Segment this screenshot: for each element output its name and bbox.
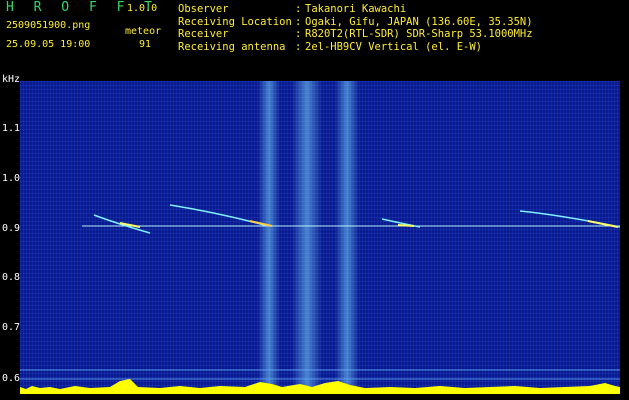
y-tick-label: 0.6 (2, 373, 21, 384)
meteor-trace (169, 204, 269, 227)
meta-value: Ogaki, Gifu, JAPAN (136.60E, 35.35N) (305, 15, 533, 28)
meta-value: Takanori Kawachi (305, 3, 407, 15)
y-tick-label: 1.0 (2, 173, 21, 184)
y-axis-unit: kHz (2, 74, 21, 85)
meta-key: Receiving Location (178, 15, 292, 28)
observer-row: Observer: Takanori Kawachi (178, 3, 407, 15)
spectrogram-overlay (20, 81, 620, 394)
noise-band (292, 81, 322, 394)
y-tick-label: 0.9 (2, 223, 21, 234)
meteor-head (397, 224, 415, 227)
datetime: 25.09.05 19:00 (6, 39, 91, 50)
file-name: 2509051900.png (6, 20, 91, 31)
spectrogram (20, 81, 620, 394)
meteor-label: meteor (125, 26, 162, 37)
meta-value: 2el-HB9CV Vertical (el. E-W) (305, 40, 483, 53)
meteor-count: 91 (139, 39, 152, 50)
meta-key: Receiver (178, 28, 229, 40)
y-tick-label: 0.8 (2, 272, 21, 283)
y-tick-label: 0.7 (2, 322, 21, 333)
noise-band (335, 81, 359, 394)
antenna-row: Receiving antenna: 2el-HB9CV Vertical (e… (178, 40, 483, 53)
meta-key: Observer (178, 3, 229, 15)
receiver-row: Receiver: R820T2(RTL-SDR) SDR-Sharp 53.1… (178, 28, 533, 40)
hrofft-window: H R O F F T 1.0.0 2509051900.png meteor … (0, 0, 629, 400)
station-info: Observer: Takanori Kawachi Receiving Loc… (178, 3, 533, 53)
y-tick-label: 1.1 (2, 123, 21, 134)
meta-value: R820T2(RTL-SDR) SDR-Sharp 53.1000MHz (305, 28, 533, 40)
app-version: 1.0.0 (127, 3, 158, 14)
location-row: Receiving Location: Ogaki, Gifu, JAPAN (… (178, 15, 533, 28)
noise-band (258, 81, 280, 394)
meta-key: Receiving antenna (178, 40, 286, 53)
